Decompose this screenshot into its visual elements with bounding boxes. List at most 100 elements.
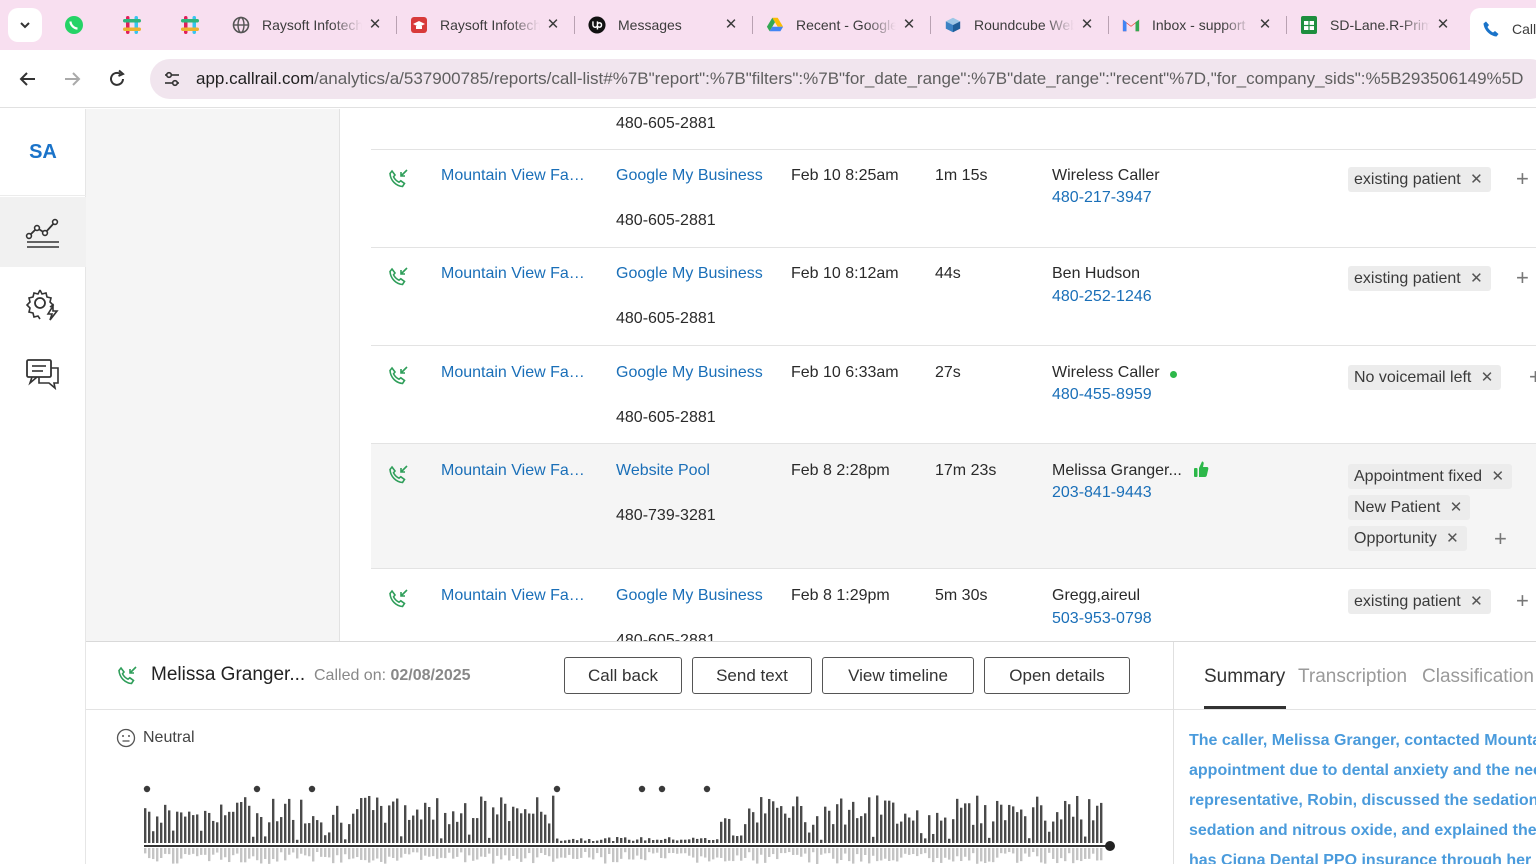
close-icon[interactable]: ✕	[1434, 16, 1452, 34]
tab-raysoft-2[interactable]: Raysoft Infotech ✕	[398, 8, 574, 42]
waveform-marker[interactable]	[253, 785, 261, 793]
close-icon[interactable]: ✕	[1078, 16, 1096, 34]
site-info-icon[interactable]	[162, 69, 182, 89]
playback-handle[interactable]	[1105, 841, 1115, 851]
tab-classification[interactable]: Classification	[1422, 666, 1534, 688]
tab-sheets[interactable]: SD-Lane.R-Prime ✕	[1288, 8, 1464, 42]
waveform-bar	[704, 838, 707, 843]
add-tag-icon[interactable]: +	[1516, 267, 1529, 289]
source-link[interactable]: Google My Business	[616, 167, 763, 185]
tab-search-button[interactable]	[8, 8, 42, 42]
upwork-icon	[588, 16, 606, 34]
waveform-marker[interactable]	[703, 785, 711, 793]
waveform-bar-secondary	[752, 848, 755, 861]
company-link[interactable]: Mountain View Family Dental	[441, 462, 591, 480]
company-link[interactable]: Mountain View Family Dental	[441, 364, 591, 382]
source-link[interactable]: Google My Business	[616, 364, 763, 382]
source-link[interactable]: Website Pool	[616, 462, 710, 480]
neutral-face-icon	[116, 728, 136, 748]
send-text-button[interactable]: Send text	[692, 657, 812, 694]
waveform-bar-secondary	[1032, 848, 1035, 853]
nav-analytics[interactable]	[0, 197, 86, 267]
waveform-bar	[900, 821, 903, 843]
waveform-bar	[1084, 836, 1087, 843]
close-icon[interactable]: ✕	[1256, 16, 1274, 34]
waveform-bar-secondary	[408, 848, 411, 855]
table-row[interactable]: Mountain View Family Dental Google My Bu…	[371, 569, 1536, 641]
waveform-marker[interactable]	[308, 785, 316, 793]
waveform-bar-secondary	[440, 848, 443, 858]
reload-button[interactable]	[102, 64, 132, 94]
view-timeline-button[interactable]: View timeline	[822, 657, 974, 694]
pinned-tab-slack-2[interactable]	[178, 13, 202, 37]
company-link[interactable]: Mountain View Family Dental	[441, 587, 591, 605]
source-link[interactable]: Google My Business	[616, 265, 763, 283]
remove-tag-icon[interactable]: ✕	[1492, 464, 1505, 489]
audio-waveform[interactable]	[142, 782, 1117, 864]
nav-settings[interactable]	[0, 269, 86, 339]
tab-roundcube[interactable]: Roundcube Webmail ✕	[932, 8, 1108, 42]
table-row-selected[interactable]: Mountain View Family Dental Website Pool…	[371, 444, 1536, 569]
caller-phone-link[interactable]: 480-252-1246	[1052, 288, 1152, 306]
tab-messages[interactable]: Messages ✕	[576, 8, 752, 42]
call-back-button[interactable]: Call back	[564, 657, 682, 694]
remove-tag-icon[interactable]: ✕	[1481, 365, 1494, 390]
open-details-button[interactable]: Open details	[984, 657, 1130, 694]
pinned-tab-whatsapp[interactable]	[62, 13, 86, 37]
table-row[interactable]: Mountain View Family Dental Google My Bu…	[371, 150, 1536, 248]
waveform-bar	[820, 839, 823, 843]
remove-tag-icon[interactable]: ✕	[1470, 167, 1483, 192]
waveform-bar-secondary	[964, 848, 967, 857]
remove-tag-icon[interactable]: ✕	[1446, 526, 1459, 551]
waveform-marker[interactable]	[143, 785, 151, 793]
close-icon[interactable]: ✕	[900, 16, 918, 34]
table-row[interactable]: 480-605-2881	[371, 109, 1536, 150]
tracking-number: 480-605-2881	[616, 409, 716, 426]
company-link[interactable]: Mountain View Family Dental	[441, 265, 591, 283]
waveform-bar-secondary	[472, 848, 475, 861]
forward-button[interactable]	[57, 64, 87, 94]
remove-tag-icon[interactable]: ✕	[1450, 495, 1463, 520]
waveform-marker[interactable]	[553, 785, 561, 793]
waveform-bar	[312, 816, 315, 843]
address-bar[interactable]: app.callrail.com/analytics/a/537900785/r…	[150, 59, 1536, 99]
add-tag-icon[interactable]: +	[1516, 168, 1529, 190]
waveform-marker[interactable]	[658, 785, 666, 793]
waveform-bar	[992, 821, 995, 843]
add-tag-icon[interactable]: +	[1494, 528, 1507, 550]
waveform-marker[interactable]	[638, 785, 646, 793]
source-link[interactable]: Google My Business	[616, 587, 763, 605]
caller-phone-link[interactable]: 503-953-0798	[1052, 610, 1152, 628]
tab-callrail-active[interactable]: Call	[1470, 8, 1536, 50]
table-row[interactable]: Mountain View Family Dental Google My Bu…	[371, 248, 1536, 346]
avatar[interactable]: SA	[0, 109, 86, 196]
remove-tag-icon[interactable]: ✕	[1470, 589, 1483, 614]
tab-summary[interactable]: Summary	[1204, 666, 1285, 688]
close-icon[interactable]: ✕	[544, 16, 562, 34]
tracking-number: 480-605-2881	[616, 115, 716, 132]
remove-tag-icon[interactable]: ✕	[1470, 266, 1483, 291]
tab-gmail[interactable]: Inbox - support ✕	[1110, 8, 1286, 42]
back-button[interactable]	[13, 64, 43, 94]
nav-messages[interactable]	[0, 339, 86, 409]
close-icon[interactable]: ✕	[722, 16, 740, 34]
add-tag-icon[interactable]: +	[1529, 366, 1536, 388]
close-icon[interactable]: ✕	[366, 16, 384, 34]
tab-google-drive[interactable]: Recent - Google Drive ✕	[754, 8, 930, 42]
caller-phone-link[interactable]: 480-455-8959	[1052, 386, 1152, 404]
waveform-bar-secondary	[968, 848, 971, 861]
caller-phone-link[interactable]: 480-217-3947	[1052, 189, 1152, 207]
table-row[interactable]: Mountain View Family Dental Google My Bu…	[371, 346, 1536, 444]
add-tag-icon[interactable]: +	[1516, 590, 1529, 612]
caller-phone-link[interactable]: 203-841-9443	[1052, 484, 1152, 502]
waveform-bar-secondary	[976, 848, 979, 864]
waveform-bar	[1028, 838, 1031, 843]
waveform-bar-secondary	[1068, 848, 1071, 854]
waveform-bar-secondary	[544, 848, 547, 855]
app-nav-rail: SA	[0, 109, 86, 864]
tab-raysoft-1[interactable]: Raysoft Infotech ✕	[220, 8, 396, 42]
waveform-bar-secondary	[416, 848, 419, 853]
tab-transcription[interactable]: Transcription	[1298, 666, 1407, 688]
pinned-tab-slack-1[interactable]	[120, 13, 144, 37]
company-link[interactable]: Mountain View Family Dental	[441, 167, 591, 185]
